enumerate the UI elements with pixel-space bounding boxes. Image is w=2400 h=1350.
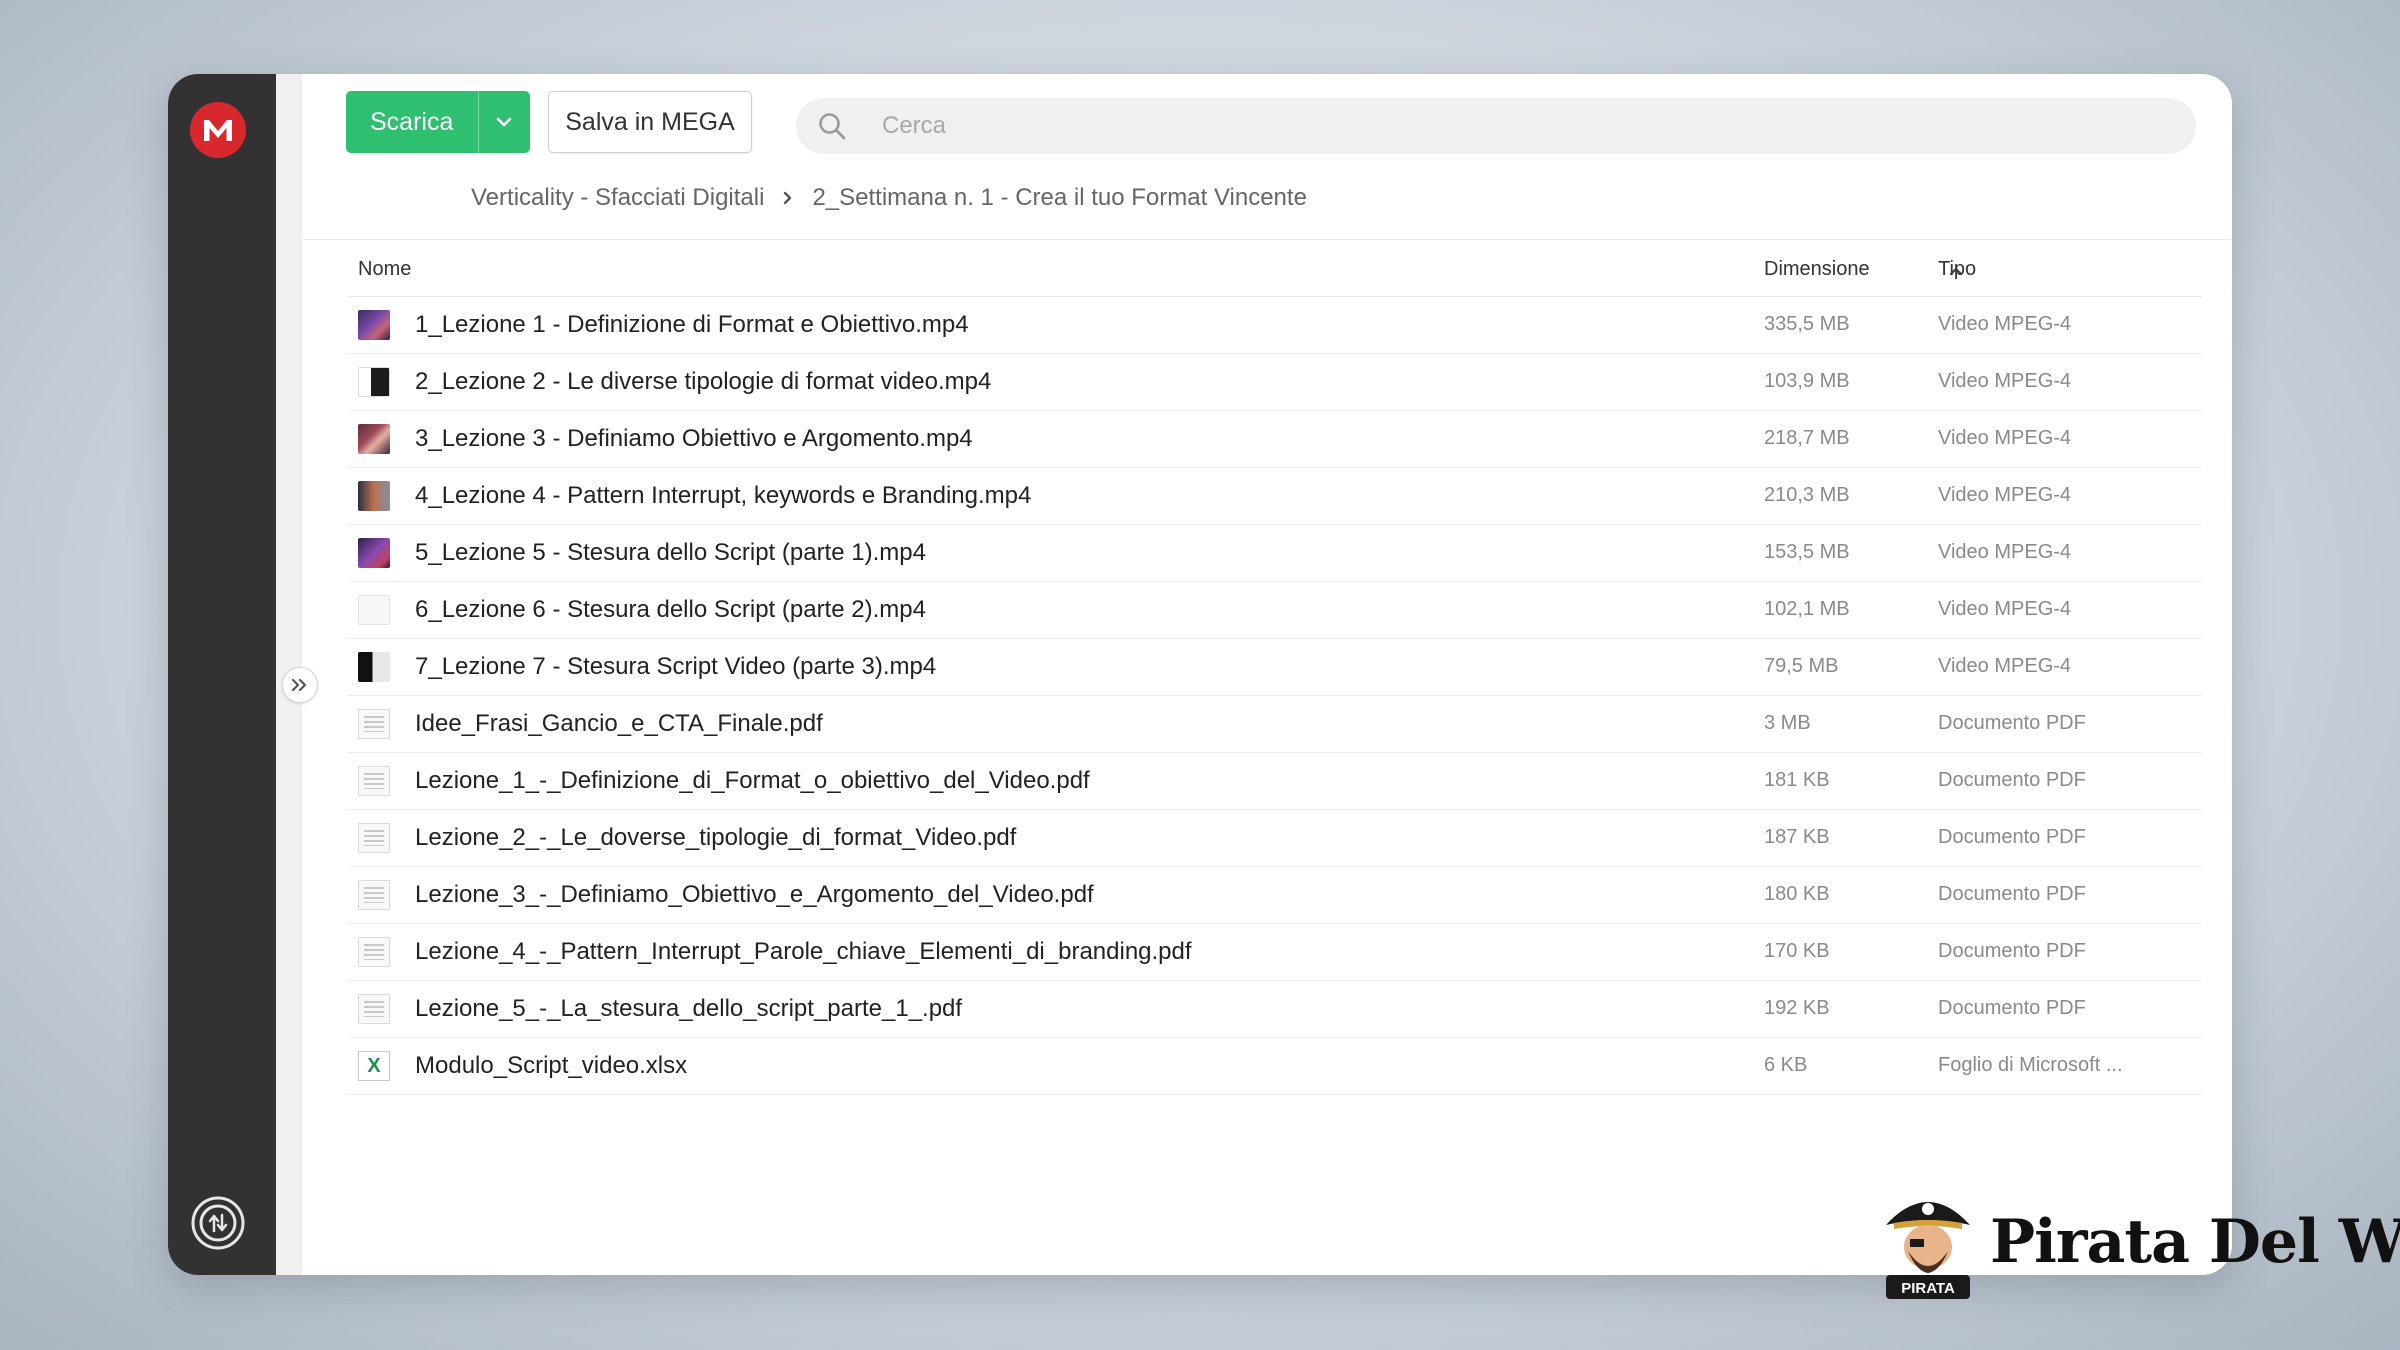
pdf-thumbnail-icon [358,994,390,1024]
file-size: 153,5 MB [1764,541,1850,563]
column-header-name[interactable]: Nome [358,258,411,281]
file-type: Documento PDF [1938,769,2086,791]
table-row[interactable]: 7_Lezione 7 - Stesura Script Video (part… [348,639,2202,696]
pdf-thumbnail-icon [358,880,390,910]
search-icon [796,111,868,141]
file-type: Video MPEG-4 [1938,313,2072,335]
file-name: Lezione_3_-_Definiamo_Obiettivo_e_Argome… [415,881,1094,908]
column-header-size[interactable]: Dimensione [1764,258,1870,281]
table-row[interactable]: 3_Lezione 3 - Definiamo Obiettivo e Argo… [348,411,2202,468]
file-type: Video MPEG-4 [1938,598,2072,620]
search-bar[interactable] [796,98,2196,154]
file-size: 187 KB [1764,826,1830,848]
file-size: 103,9 MB [1764,370,1850,392]
file-name: 1_Lezione 1 - Definizione di Format e Ob… [415,311,969,338]
video-thumbnail-icon [358,310,390,340]
file-table-header: Nome Dimensione Tipo [348,240,2202,297]
file-name: 2_Lezione 2 - Le diverse tipologie di fo… [415,368,992,395]
file-size: 218,7 MB [1764,427,1850,449]
table-row[interactable]: X Modulo_Script_video.xlsx 6 KB Foglio d… [348,1038,2202,1095]
file-size: 170 KB [1764,940,1830,962]
transfer-sync-icon[interactable] [190,1195,246,1251]
breadcrumb-item-root[interactable]: Verticality - Sfacciati Digitali [471,184,764,212]
pdf-thumbnail-icon [358,709,390,739]
file-name: Lezione_2_-_Le_doverse_tipologie_di_form… [415,824,1017,851]
file-name: 5_Lezione 5 - Stesura dello Script (part… [415,539,926,566]
file-size: 79,5 MB [1764,655,1839,677]
video-thumbnail-icon [358,367,390,397]
file-type: Documento PDF [1938,712,2086,734]
file-type: Video MPEG-4 [1938,484,2072,506]
excel-file-icon: X [358,1051,390,1081]
table-row[interactable]: Lezione_5_-_La_stesura_dello_script_part… [348,981,2202,1038]
table-row[interactable]: 4_Lezione 4 - Pattern Interrupt, keyword… [348,468,2202,525]
chevron-right-icon [782,190,794,206]
file-name: Modulo_Script_video.xlsx [415,1052,688,1079]
video-thumbnail-icon [358,595,390,625]
file-size: 181 KB [1764,769,1830,791]
pdf-thumbnail-icon [358,766,390,796]
file-size: 3 MB [1764,712,1811,734]
breadcrumb: Verticality - Sfacciati Digitali 2_Setti… [471,180,1307,216]
file-type: Documento PDF [1938,997,2086,1019]
download-button[interactable]: Scarica [346,91,530,153]
pdf-thumbnail-icon [358,937,390,967]
file-size: 102,1 MB [1764,598,1850,620]
video-thumbnail-icon [358,652,390,682]
table-row[interactable]: 5_Lezione 5 - Stesura dello Script (part… [348,525,2202,582]
file-list: 1_Lezione 1 - Definizione di Format e Ob… [348,297,2202,1095]
table-row[interactable]: 1_Lezione 1 - Definizione di Format e Ob… [348,297,2202,354]
download-options-dropdown[interactable] [479,91,530,153]
file-size: 6 KB [1764,1054,1808,1076]
file-type: Documento PDF [1938,826,2086,848]
video-thumbnail-icon [358,481,390,511]
table-row[interactable]: Lezione_4_-_Pattern_Interrupt_Parole_chi… [348,924,2202,981]
pirate-mascot-icon: PIRATA [1886,1202,1970,1299]
file-name: 3_Lezione 3 - Definiamo Obiettivo e Argo… [415,425,973,452]
video-thumbnail-icon [358,538,390,568]
file-name: Lezione_5_-_La_stesura_dello_script_part… [415,995,963,1022]
save-to-mega-button[interactable]: Salva in MEGA [548,91,752,153]
watermark-badge-text: PIRATA [1901,1280,1955,1297]
table-row[interactable]: Idee_Frasi_Gancio_e_CTA_Finale.pdf 3 MB … [348,696,2202,753]
column-header-type[interactable]: Tipo [1938,258,1976,281]
file-name: 4_Lezione 4 - Pattern Interrupt, keyword… [415,482,1032,509]
mega-logo-icon[interactable] [190,102,246,158]
expand-sidebar-button[interactable] [282,667,318,703]
table-row[interactable]: 6_Lezione 6 - Stesura dello Script (part… [348,582,2202,639]
file-name: Lezione_4_-_Pattern_Interrupt_Parole_chi… [415,938,1192,965]
file-size: 180 KB [1764,883,1830,905]
save-to-mega-label: Salva in MEGA [565,107,735,136]
sidebar [168,74,276,1275]
file-type: Video MPEG-4 [1938,370,2072,392]
file-size: 210,3 MB [1764,484,1850,506]
file-type: Video MPEG-4 [1938,427,2072,449]
file-type: Foglio di Microsoft ... [1938,1054,2123,1076]
table-row[interactable]: 2_Lezione 2 - Le diverse tipologie di fo… [348,354,2202,411]
chevron-down-icon [497,117,512,127]
download-button-label: Scarica [370,107,454,136]
file-size: 192 KB [1764,997,1830,1019]
mega-window: Scarica Salva in MEGA Verticality - Sfac… [168,74,2232,1275]
breadcrumb-item-current[interactable]: 2_Settimana n. 1 - Crea il tuo Format Vi… [812,184,1306,212]
pdf-thumbnail-icon [358,823,390,853]
file-type: Video MPEG-4 [1938,655,2072,677]
file-name: 7_Lezione 7 - Stesura Script Video (part… [415,653,937,680]
file-name: 6_Lezione 6 - Stesura dello Script (part… [415,596,926,623]
file-name: Idee_Frasi_Gancio_e_CTA_Finale.pdf [415,710,823,737]
file-type: Documento PDF [1938,940,2086,962]
table-row[interactable]: Lezione_3_-_Definiamo_Obiettivo_e_Argome… [348,867,2202,924]
video-thumbnail-icon [358,424,390,454]
double-chevron-right-icon [291,678,307,692]
table-row[interactable]: Lezione_2_-_Le_doverse_tipologie_di_form… [348,810,2202,867]
file-type: Documento PDF [1938,883,2086,905]
file-name: Lezione_1_-_Definizione_di_Format_o_obie… [415,767,1090,794]
file-type: Video MPEG-4 [1938,541,2072,563]
search-input[interactable] [880,111,2184,141]
watermark: PIRATA Pirata Del Web [1880,1185,2400,1305]
watermark-text: Pirata Del Web [1990,1207,2400,1277]
table-row[interactable]: Lezione_1_-_Definizione_di_Format_o_obie… [348,753,2202,810]
file-size: 335,5 MB [1764,313,1850,335]
